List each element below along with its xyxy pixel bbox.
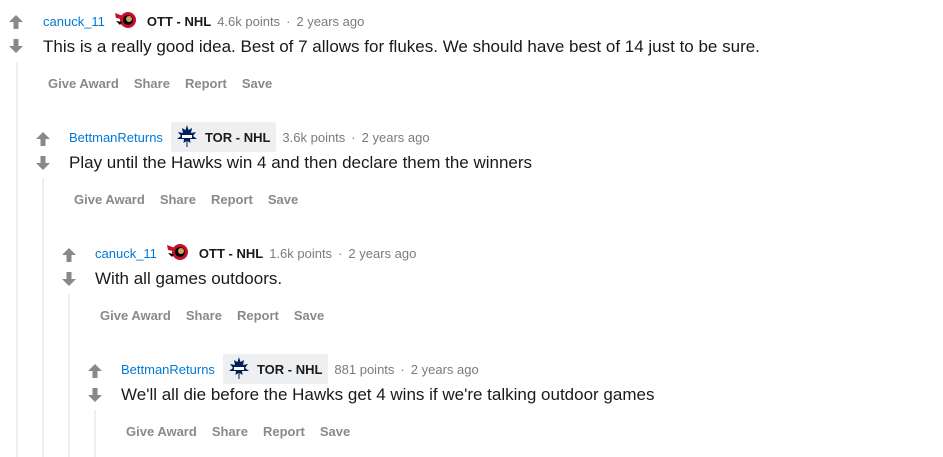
points: 4.6k points xyxy=(217,13,281,29)
upvote-arrow-icon[interactable] xyxy=(61,247,77,263)
save-button[interactable]: Save xyxy=(294,308,324,323)
flair-text: OTT - NHL xyxy=(146,13,212,29)
report-button[interactable]: Report xyxy=(211,192,253,207)
thread-line-3[interactable] xyxy=(68,294,70,457)
give-award-button[interactable]: Give Award xyxy=(100,308,171,323)
give-award-button[interactable]: Give Award xyxy=(74,192,145,207)
save-button[interactable]: Save xyxy=(320,424,350,439)
comment-meta: BettmanReturns TOR - NHL 3.6k points · 2… xyxy=(69,122,430,152)
report-button[interactable]: Report xyxy=(237,308,279,323)
downvote-arrow-icon[interactable] xyxy=(87,387,103,403)
user-flair: OTT - NHL xyxy=(113,9,211,33)
report-button[interactable]: Report xyxy=(263,424,305,439)
username-link[interactable]: BettmanReturns xyxy=(69,130,163,145)
user-flair: OTT - NHL xyxy=(165,241,263,265)
comment-actions: Give Award Share Report Save xyxy=(74,192,313,207)
thread-line-4[interactable] xyxy=(94,410,96,457)
downvote-arrow-icon[interactable] xyxy=(8,38,24,54)
comment-body: We'll all die before the Hawks get 4 win… xyxy=(121,385,655,404)
upvote-arrow-icon[interactable] xyxy=(8,14,24,30)
timestamp-link[interactable]: 2 years ago xyxy=(411,362,479,377)
vote-column xyxy=(8,14,24,54)
username-link[interactable]: BettmanReturns xyxy=(121,362,215,377)
comment-body: Play until the Hawks win 4 and then decl… xyxy=(69,153,533,172)
share-button[interactable]: Share xyxy=(160,192,196,207)
save-button[interactable]: Save xyxy=(242,76,272,91)
separator: · xyxy=(286,13,291,29)
username-link[interactable]: canuck_11 xyxy=(95,246,157,261)
share-button[interactable]: Share xyxy=(186,308,222,323)
comment-actions: Give Award Share Report Save xyxy=(100,308,339,323)
give-award-button[interactable]: Give Award xyxy=(48,76,119,91)
flair-text: TOR - NHL xyxy=(204,129,271,145)
flair-text: TOR - NHL xyxy=(256,361,323,377)
separator: · xyxy=(400,361,405,377)
maple-leafs-logo-icon xyxy=(227,356,251,383)
timestamp-link[interactable]: 2 years ago xyxy=(296,14,364,29)
comment-actions: Give Award Share Report Save xyxy=(48,76,287,91)
comment-meta: canuck_11 OTT - NHL 1.6k points · 2 year… xyxy=(95,241,416,265)
comment-actions: Give Award Share Report Save xyxy=(126,424,365,439)
username-link[interactable]: canuck_11 xyxy=(43,14,105,29)
vote-column xyxy=(35,131,51,171)
comment-meta: canuck_11 OTT - NHL 4.6k points · 2 year… xyxy=(43,9,364,33)
user-flair: TOR - NHL xyxy=(170,122,277,152)
share-button[interactable]: Share xyxy=(212,424,248,439)
thread-line-2[interactable] xyxy=(42,178,44,457)
separator: · xyxy=(351,129,356,145)
upvote-arrow-icon[interactable] xyxy=(87,363,103,379)
senators-logo-icon xyxy=(165,241,193,266)
flair-text: OTT - NHL xyxy=(198,245,264,261)
thread-line-1[interactable] xyxy=(16,62,18,457)
points: 1.6k points xyxy=(269,245,333,261)
user-flair: TOR - NHL xyxy=(222,354,329,384)
timestamp-link[interactable]: 2 years ago xyxy=(348,246,416,261)
report-button[interactable]: Report xyxy=(185,76,227,91)
comment-body: With all games outdoors. xyxy=(95,269,283,288)
points: 881 points xyxy=(334,361,395,377)
maple-leafs-logo-icon xyxy=(175,124,199,151)
save-button[interactable]: Save xyxy=(268,192,298,207)
give-award-button[interactable]: Give Award xyxy=(126,424,197,439)
separator: · xyxy=(338,245,343,261)
downvote-arrow-icon[interactable] xyxy=(61,271,77,287)
comment-meta: BettmanReturns TOR - NHL 881 points · 2 … xyxy=(121,354,479,384)
senators-logo-icon xyxy=(113,9,141,34)
vote-column xyxy=(61,247,77,287)
points: 3.6k points xyxy=(282,129,346,145)
share-button[interactable]: Share xyxy=(134,76,170,91)
upvote-arrow-icon[interactable] xyxy=(35,131,51,147)
vote-column xyxy=(87,363,103,403)
downvote-arrow-icon[interactable] xyxy=(35,155,51,171)
comment-body: This is a really good idea. Best of 7 al… xyxy=(43,37,760,56)
timestamp-link[interactable]: 2 years ago xyxy=(362,130,430,145)
